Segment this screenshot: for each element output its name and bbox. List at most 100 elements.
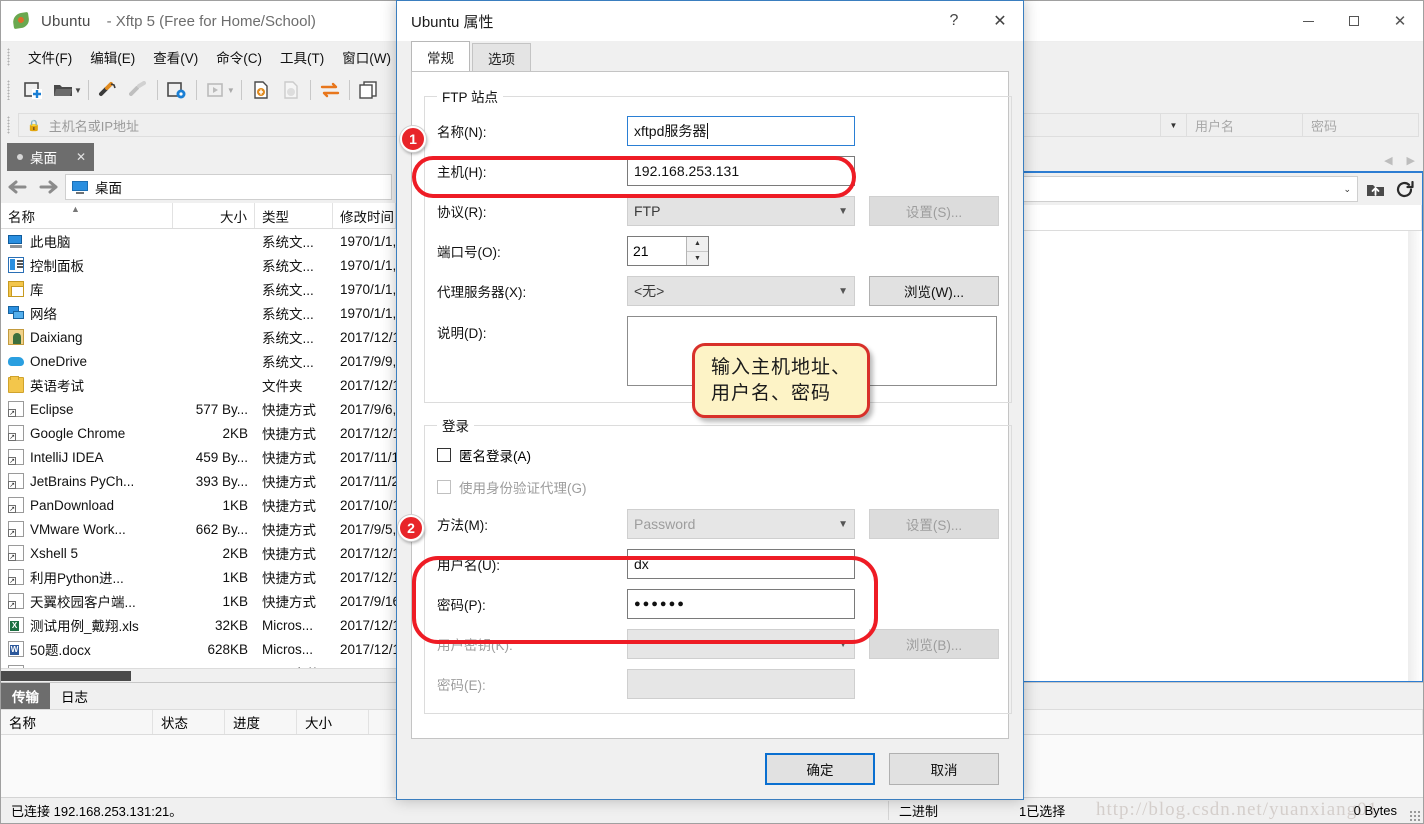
tab-log[interactable]: 日志 [50, 683, 99, 709]
cell-size: 393 By... [195, 473, 248, 489]
password-value: ●●●●●● [634, 598, 686, 610]
table-row[interactable]: ↗ 天翼校园客户端... 1KB 快捷方式 2017/9/16, [1, 589, 396, 613]
session-settings-icon[interactable] [162, 75, 192, 105]
proxy-browse-button[interactable]: 浏览(W)... [869, 276, 999, 306]
table-row[interactable]: ↗ 利用Python进... 1KB 快捷方式 2017/12/1 [1, 565, 396, 589]
table-row[interactable]: ↗ VMware Work... 662 By... 快捷方式 2017/9/5, 1 [1, 517, 396, 541]
table-row[interactable]: P50题.pdf660KBPDF 文件2017/12/19 [1, 661, 396, 668]
table-row[interactable]: ↗ Eclipse 577 By... 快捷方式 2017/9/6, 2 [1, 397, 396, 421]
auth-agent-row: 使用身份验证代理(G) [437, 477, 999, 497]
password-input[interactable]: 密码 [1303, 113, 1419, 137]
tab-options[interactable]: 选项 [472, 43, 531, 71]
menu-edit[interactable]: 编辑(E) [81, 44, 144, 70]
table-row[interactable]: W 50题.docx 628KB Micros... 2017/12/19 [1, 637, 396, 661]
transfer-column-status[interactable]: 状态 [153, 710, 225, 734]
table-row[interactable]: OneDrive 系统文... 2017/9/9, 8 [1, 349, 396, 373]
maximize-button[interactable] [1331, 1, 1377, 41]
host-field-input[interactable]: 192.168.253.131 [627, 156, 855, 186]
table-row[interactable]: 英语考试 文件夹 2017/12/1 [1, 373, 396, 397]
table-row[interactable]: ↗ Xshell 5 2KB 快捷方式 2017/12/1 [1, 541, 396, 565]
new-tab-icon[interactable] [354, 75, 384, 105]
connection-bar-grip[interactable] [7, 116, 10, 134]
cell-mtime: 2017/9/9, 8 [340, 353, 396, 369]
anonymous-login-row[interactable]: 匿名登录(A) [437, 445, 999, 465]
table-row[interactable]: ↗ JetBrains PyCh... 393 By... 快捷方式 2017/11/2 [1, 469, 396, 493]
table-row[interactable]: ↗ Google Chrome 2KB 快捷方式 2017/12/1 [1, 421, 396, 445]
tab-transfer[interactable]: 传输 [1, 683, 50, 709]
cell-name: 此电脑 [1, 231, 173, 251]
back-button[interactable] [5, 174, 31, 200]
table-row[interactable]: 控制面板 系统文... 1970/1/1, 8 [1, 253, 396, 277]
local-file-list[interactable]: 此电脑系统文...1970/1/1, 8控制面板系统文...1970/1/1, … [1, 229, 396, 668]
remote-pane-edge-shadow [1408, 231, 1422, 681]
dialog-close-button[interactable]: ✕ [977, 1, 1023, 41]
cell-mtime: 2017/12/1 [340, 377, 396, 393]
local-hscroll-thumb[interactable] [1, 671, 131, 681]
menubar-grip[interactable] [7, 47, 10, 66]
upload-folder-icon[interactable] [1362, 176, 1388, 202]
tab-close-icon[interactable]: ✕ [76, 150, 86, 164]
menu-tools[interactable]: 工具(T) [271, 44, 333, 70]
port-stepper[interactable]: 21 ▲ ▼ [627, 236, 709, 266]
transfer-column-size[interactable]: 大小 [297, 710, 369, 734]
transfer-column-progress[interactable]: 进度 [225, 710, 297, 734]
table-row[interactable]: 网络 系统文... 1970/1/1, 8 [1, 301, 396, 325]
transfer-column-trailing [1007, 710, 1423, 734]
tab-general[interactable]: 常规 [411, 41, 470, 71]
session-tab-desktop[interactable]: 桌面 ✕ [7, 143, 95, 171]
username-input[interactable]: 用户名 [1187, 113, 1303, 137]
table-row[interactable]: ↗ IntelliJ IDEA 459 By... 快捷方式 2017/11/1 [1, 445, 396, 469]
port-decrement-icon[interactable]: ▼ [687, 250, 708, 265]
menu-file[interactable]: 文件(F) [19, 44, 81, 70]
remote-path-dropdown-caret[interactable]: ⌄ [1343, 184, 1351, 195]
table-row[interactable]: ↗ PanDownload 1KB 快捷方式 2017/10/1 [1, 493, 396, 517]
cancel-button[interactable]: 取消 [889, 753, 999, 785]
menu-view[interactable]: 查看(V) [144, 44, 207, 70]
host-history-dropdown[interactable]: ▼ [1161, 113, 1187, 137]
cell-mtime: 2017/12/19 [340, 641, 396, 657]
protocol-select[interactable]: FTP ▼ [627, 196, 855, 226]
minimize-button[interactable] [1285, 1, 1331, 41]
refresh-icon[interactable] [1392, 176, 1418, 202]
table-row[interactable]: X 测试用例_戴翔.xls 32KB Micros... 2017/12/19 [1, 613, 396, 637]
local-hscrollbar[interactable] [1, 668, 396, 682]
column-size[interactable]: 大小 [173, 203, 255, 228]
help-button[interactable]: ? [931, 1, 977, 41]
menu-command[interactable]: 命令(C) [207, 44, 271, 70]
sync-browsing-icon[interactable] [315, 75, 345, 105]
connect-icon[interactable] [93, 75, 123, 105]
cell-size: 1KB [222, 593, 248, 609]
local-path-box[interactable]: 桌面 [65, 174, 392, 200]
name-input[interactable]: xftpd服务器 [627, 116, 855, 146]
column-name[interactable]: 名称 [1, 203, 173, 228]
anonymous-login-checkbox[interactable] [437, 448, 451, 462]
sort-ascending-icon: ▲ [71, 204, 80, 214]
file-name: 利用Python进... [30, 571, 124, 586]
column-mtime[interactable]: 修改时间 [333, 203, 396, 228]
table-row[interactable]: Daixiang 系统文... 2017/12/1 [1, 325, 396, 349]
lock-icon: 🔒 [27, 119, 41, 132]
new-session-icon[interactable] [18, 75, 48, 105]
tabs-prev-icon[interactable]: ◀ [1384, 154, 1392, 167]
port-increment-icon[interactable]: ▲ [687, 237, 708, 251]
auth-agent-checkbox [437, 480, 451, 494]
table-row[interactable]: 库 系统文... 1970/1/1, 8 [1, 277, 396, 301]
toolbar-grip[interactable] [7, 80, 10, 100]
username-value: dx [634, 556, 649, 572]
transfer-column-name[interactable]: 名称 [1, 710, 153, 734]
password-field-input[interactable]: ●●●●●● [627, 589, 855, 619]
proxy-select[interactable]: <无> ▼ [627, 276, 855, 306]
cell-size: 577 By... [195, 401, 248, 417]
close-button[interactable]: ✕ [1377, 1, 1423, 41]
column-type[interactable]: 类型 [255, 203, 333, 228]
auth-agent-label: 使用身份验证代理(G) [459, 481, 587, 496]
resize-grip[interactable] [1409, 810, 1421, 822]
username-field-input[interactable]: dx [627, 549, 855, 579]
forward-button[interactable] [35, 174, 61, 200]
open-folder-icon[interactable] [48, 75, 78, 105]
menu-window[interactable]: 窗口(W) [333, 44, 400, 70]
tabs-next-icon[interactable]: ▶ [1407, 154, 1415, 167]
table-row[interactable]: 此电脑 系统文... 1970/1/1, 8 [1, 229, 396, 253]
transfer-file-icon[interactable] [246, 75, 276, 105]
ok-button[interactable]: 确定 [765, 753, 875, 785]
